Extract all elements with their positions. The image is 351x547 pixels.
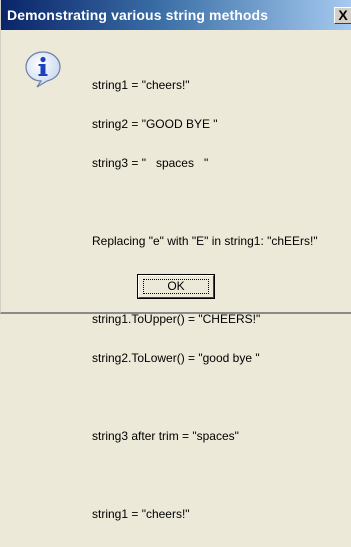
message-line: string1.ToUpper() = "CHEERS!" [92, 312, 261, 326]
close-button[interactable]: X [334, 7, 351, 24]
message-box-window: Demonstrating various string methods X s… [0, 0, 351, 521]
message-line: string1 = "cheers!" [92, 78, 190, 92]
message-line: string3 = " spaces " [92, 156, 209, 170]
information-icon [25, 51, 61, 88]
message-line: string2 = "GOOD BYE " [92, 117, 218, 131]
window-title: Demonstrating various string methods [7, 7, 269, 23]
message-line: Replacing "e" with "E" in string1: "chEE… [92, 234, 318, 248]
ok-button-label: OK [167, 279, 185, 293]
message-line: string1 = "cheers!" [92, 507, 190, 521]
message-line: string2.ToLower() = "good bye " [92, 351, 260, 365]
message-text: string1 = "cheers!" string2 = "GOOD BYE … [92, 53, 318, 547]
title-bar[interactable]: Demonstrating various string methods X [1, 0, 351, 30]
message-line: string3 after trim = "spaces" [92, 429, 239, 443]
close-icon: X [338, 7, 348, 23]
ok-button[interactable]: OK [137, 274, 215, 299]
